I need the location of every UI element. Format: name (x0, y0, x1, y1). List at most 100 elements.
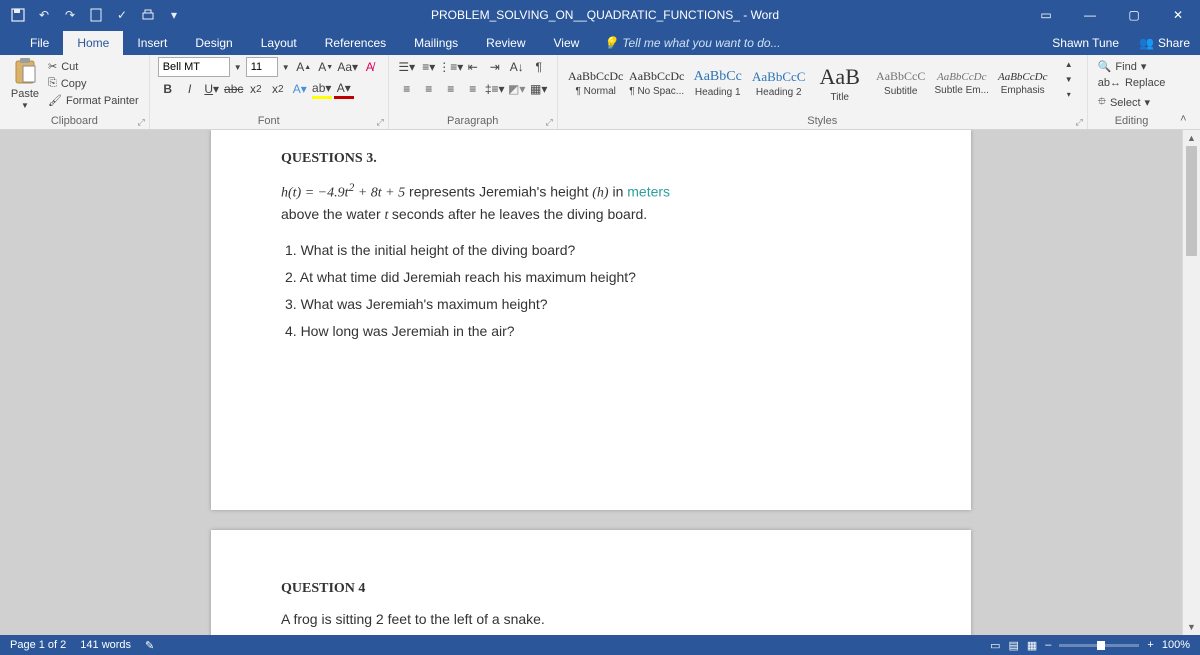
proofing-icon[interactable]: ✎ (145, 639, 154, 652)
style-subtle-em---[interactable]: AaBbCcDcSubtle Em... (932, 57, 992, 109)
bullets-icon[interactable]: ☰▾ (397, 57, 417, 77)
style-heading-1[interactable]: AaBbCcHeading 1 (688, 57, 748, 109)
paste-icon[interactable] (10, 57, 40, 87)
bold-button[interactable]: B (158, 79, 178, 99)
zoom-slider[interactable] (1059, 644, 1139, 647)
maximize-icon[interactable]: ▢ (1112, 0, 1156, 30)
tab-view[interactable]: View (540, 31, 594, 55)
font-launcher-icon[interactable]: ⤢ (377, 117, 384, 128)
align-center-icon[interactable]: ≡ (419, 79, 439, 99)
tab-home[interactable]: Home (63, 31, 123, 55)
quickprint-icon[interactable] (136, 3, 160, 27)
align-left-icon[interactable]: ≡ (397, 79, 417, 99)
word-count[interactable]: 141 words (80, 639, 131, 651)
print-layout-icon[interactable]: ▤ (1008, 639, 1018, 652)
tab-design[interactable]: Design (181, 31, 246, 55)
format-painter-button[interactable]: 🖌Format Painter (46, 93, 141, 108)
styles-row-down-icon[interactable]: ▼ (1059, 72, 1079, 86)
ribbon-display-icon[interactable]: ▭ (1024, 0, 1068, 30)
subscript-button[interactable]: x2 (246, 79, 266, 99)
new-doc-icon[interactable] (84, 3, 108, 27)
cut-button[interactable]: ✂Cut (46, 59, 141, 74)
copy-label: Copy (61, 78, 87, 90)
scroll-up-icon[interactable]: ▲ (1183, 130, 1200, 146)
replace-button[interactable]: ab↔Replace (1096, 76, 1168, 90)
tab-references[interactable]: References (311, 31, 400, 55)
font-name-dropdown-icon[interactable]: ▼ (232, 57, 244, 77)
justify-icon[interactable]: ≡ (463, 79, 483, 99)
style-subtitle[interactable]: AaBbCcCSubtitle (871, 57, 931, 109)
grow-font-icon[interactable]: A▲ (294, 57, 314, 77)
styles-launcher-icon[interactable]: ⤢ (1076, 117, 1083, 128)
scroll-down-icon[interactable]: ▼ (1183, 619, 1200, 635)
style-heading-2[interactable]: AaBbCcCHeading 2 (749, 57, 809, 109)
list-item: 2. At what time did Jeremiah reach his m… (285, 267, 901, 288)
superscript-button[interactable]: x2 (268, 79, 288, 99)
select-button[interactable]: ⯐Select ▾ (1096, 92, 1168, 113)
styles-more-icon[interactable]: ▾ (1059, 87, 1079, 101)
copy-button[interactable]: ⎘Copy (46, 76, 141, 91)
paste-label[interactable]: Paste (11, 88, 39, 100)
shrink-font-icon[interactable]: A▼ (316, 57, 336, 77)
font-size-dropdown-icon[interactable]: ▼ (280, 57, 292, 77)
decrease-indent-icon[interactable]: ⇤ (463, 57, 483, 77)
save-icon[interactable] (6, 3, 30, 27)
find-button[interactable]: 🔍Find ▾ (1096, 59, 1168, 74)
zoom-level[interactable]: 100% (1162, 639, 1190, 651)
vertical-scrollbar[interactable]: ▲ ▼ (1182, 130, 1200, 635)
increase-indent-icon[interactable]: ⇥ (485, 57, 505, 77)
qat-more-icon[interactable]: ▾ (162, 3, 186, 27)
tell-me-search[interactable]: 💡 Tell me what you want to do... (593, 31, 790, 55)
tab-file[interactable]: File (16, 31, 63, 55)
page-1[interactable]: QUESTIONS 3. h(t) = −4.9t2 + 8t + 5 repr… (211, 130, 971, 510)
tab-mailings[interactable]: Mailings (400, 31, 472, 55)
italic-button[interactable]: I (180, 79, 200, 99)
clipboard-launcher-icon[interactable]: ⤢ (138, 117, 145, 128)
read-mode-icon[interactable]: ▭ (990, 639, 1000, 652)
align-right-icon[interactable]: ≡ (441, 79, 461, 99)
zoom-in-icon[interactable]: + (1147, 639, 1153, 651)
change-case-icon[interactable]: Aa▾ (338, 57, 358, 77)
text-effects-icon[interactable]: A▾ (290, 79, 310, 99)
page-2[interactable]: QUESTION 4 A frog is sitting 2 feet to t… (211, 530, 971, 635)
paragraph-launcher-icon[interactable]: ⤢ (546, 117, 553, 128)
close-icon[interactable]: ✕ (1156, 0, 1200, 30)
line-spacing-icon[interactable]: ‡≡▾ (485, 79, 505, 99)
undo-icon[interactable]: ↶ (32, 3, 56, 27)
share-button[interactable]: 👥Share (1129, 31, 1200, 55)
zoom-out-icon[interactable]: – (1045, 639, 1051, 651)
show-marks-icon[interactable]: ¶ (529, 57, 549, 77)
shading-icon[interactable]: ◩▾ (507, 79, 527, 99)
select-icon: ⯐ (1098, 93, 1106, 112)
minimize-icon[interactable]: — (1068, 0, 1112, 30)
style---no-spac---[interactable]: AaBbCcDc¶ No Spac... (627, 57, 687, 109)
page-indicator[interactable]: Page 1 of 2 (10, 639, 66, 651)
style---normal[interactable]: AaBbCcDc¶ Normal (566, 57, 626, 109)
style-emphasis[interactable]: AaBbCcDcEmphasis (993, 57, 1053, 109)
tab-review[interactable]: Review (472, 31, 539, 55)
font-color-icon[interactable]: A▾ (334, 79, 354, 99)
font-name-input[interactable] (158, 57, 230, 77)
strikethrough-button[interactable]: abc (224, 79, 244, 99)
collapse-ribbon-icon[interactable]: ˄ (1180, 113, 1186, 125)
multilevel-list-icon[interactable]: ⋮≡▾ (441, 57, 461, 77)
underline-button[interactable]: U▾ (202, 79, 222, 99)
paste-dropdown-icon[interactable]: ▼ (21, 101, 29, 110)
borders-icon[interactable]: ▦▾ (529, 79, 549, 99)
web-layout-icon[interactable]: ▦ (1027, 639, 1037, 652)
document-area[interactable]: QUESTIONS 3. h(t) = −4.9t2 + 8t + 5 repr… (0, 130, 1182, 635)
redo-icon[interactable]: ↷ (58, 3, 82, 27)
spellcheck-icon[interactable]: ✓ (110, 3, 134, 27)
tab-insert[interactable]: Insert (123, 31, 181, 55)
user-name[interactable]: Shawn Tune (1042, 31, 1129, 55)
style-title[interactable]: AaBTitle (810, 57, 870, 109)
sort-icon[interactable]: A↓ (507, 57, 527, 77)
clear-formatting-icon[interactable]: A̸ (360, 57, 380, 77)
scroll-thumb[interactable] (1186, 146, 1197, 256)
highlight-icon[interactable]: ab▾ (312, 79, 332, 99)
numbering-icon[interactable]: ≡▾ (419, 57, 439, 77)
font-size-input[interactable] (246, 57, 278, 77)
q3-list: 1. What is the initial height of the div… (285, 240, 901, 342)
tab-layout[interactable]: Layout (247, 31, 311, 55)
styles-row-up-icon[interactable]: ▲ (1059, 57, 1079, 71)
